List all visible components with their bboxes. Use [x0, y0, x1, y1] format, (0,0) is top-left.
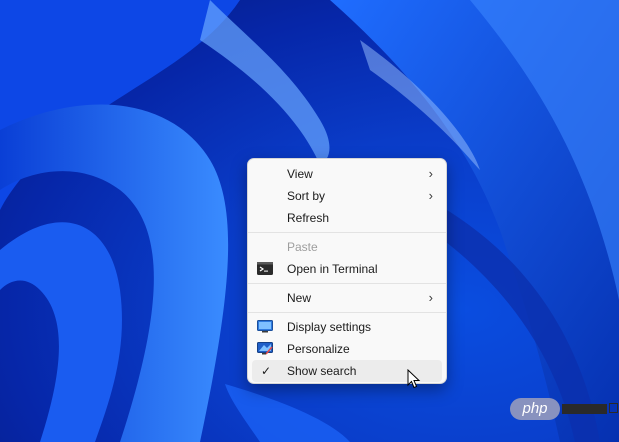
menu-item-paste: Paste: [252, 236, 442, 258]
menu-item-view[interactable]: View ›: [252, 163, 442, 185]
php-watermark: php: [510, 398, 619, 422]
personalize-icon: [257, 342, 273, 355]
menu-separator: [248, 283, 446, 284]
mouse-pointer-icon: [407, 369, 421, 389]
menu-item-open-in-terminal[interactable]: Open in Terminal: [252, 258, 442, 280]
menu-item-label: View: [287, 167, 313, 181]
menu-item-label: Display settings: [287, 320, 372, 334]
menu-item-new[interactable]: New ›: [252, 287, 442, 309]
menu-separator: [248, 312, 446, 313]
menu-item-sort-by[interactable]: Sort by ›: [252, 185, 442, 207]
menu-item-label: Refresh: [287, 211, 330, 225]
chevron-right-icon: ›: [428, 188, 433, 203]
menu-item-label: Paste: [287, 240, 318, 254]
menu-item-label: Sort by: [287, 189, 326, 203]
menu-item-display-settings[interactable]: Display settings: [252, 316, 442, 338]
chevron-right-icon: ›: [428, 166, 433, 181]
php-logo: php: [510, 398, 560, 420]
watermark-bar: [562, 404, 607, 414]
menu-item-label: Open in Terminal: [287, 262, 378, 276]
menu-item-label: Personalize: [287, 342, 350, 356]
watermark-box: [609, 403, 618, 413]
menu-item-label: New: [287, 291, 312, 305]
desktop-context-menu: View › Sort by › Refresh Paste Open in T…: [247, 158, 447, 384]
menu-separator: [248, 232, 446, 233]
chevron-right-icon: ›: [428, 290, 433, 305]
display-settings-icon: [257, 320, 273, 333]
menu-item-label: Show search: [287, 364, 357, 378]
menu-item-refresh[interactable]: Refresh: [252, 207, 442, 229]
menu-item-personalize[interactable]: Personalize: [252, 338, 442, 360]
terminal-icon: [257, 262, 273, 275]
checkmark-icon: ✓: [261, 364, 272, 378]
